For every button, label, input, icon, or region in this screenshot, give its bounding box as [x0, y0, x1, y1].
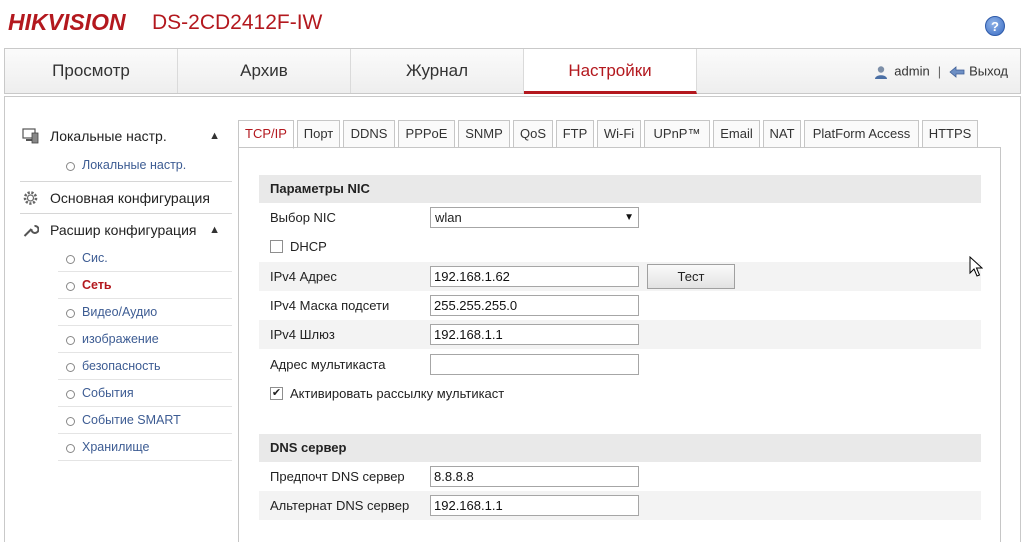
preferred-dns-label: Предпочт DNS сервер	[270, 469, 405, 484]
ipv4-address-label: IPv4 Адрес	[270, 269, 337, 284]
sidebar-item-network[interactable]: Сеть	[58, 272, 232, 299]
sidebar-item-image[interactable]: изображение	[58, 326, 232, 353]
multicast-enable-label: Активировать рассылку мультикаст	[290, 386, 505, 401]
alternate-dns-label: Альтернат DNS сервер	[270, 498, 410, 513]
sidebar-item-smart-event[interactable]: Событие SMART	[58, 407, 232, 434]
logout-link[interactable]: Выход	[969, 64, 1008, 79]
sidebar-item-system[interactable]: Сис.	[58, 245, 232, 272]
nav-playback[interactable]: Архив	[178, 49, 351, 93]
sidebar-item-security[interactable]: безопасность	[58, 353, 232, 380]
nic-select[interactable]: wlan ▼	[430, 207, 639, 228]
nic-select-value: wlan	[435, 210, 462, 225]
tab-ftp[interactable]: FTP	[556, 120, 594, 148]
chevron-up-icon[interactable]: ▲	[209, 214, 220, 246]
subnet-mask-row: IPv4 Маска подсети 255.255.255.0	[259, 291, 981, 320]
test-button[interactable]: Тест	[647, 264, 735, 289]
tab-wifi[interactable]: Wi-Fi	[597, 120, 641, 148]
alternate-dns-row: Альтернат DNS сервер 192.168.1.1	[259, 491, 981, 520]
sidebar-section-local-label: Локальные настр.	[50, 128, 167, 144]
subnet-mask-label: IPv4 Маска подсети	[270, 298, 390, 313]
tab-snmp[interactable]: SNMP	[458, 120, 510, 148]
multicast-label: Адрес мультикаста	[270, 357, 386, 372]
tab-nat[interactable]: NAT	[763, 120, 801, 148]
dhcp-label: DHCP	[290, 239, 327, 254]
subnet-mask-field[interactable]: 255.255.255.0	[430, 295, 639, 316]
sidebar-section-local[interactable]: Локальные настр. ▲	[20, 120, 232, 152]
dns-section-header: DNS сервер	[259, 434, 981, 462]
sidebar-item-events[interactable]: События	[58, 380, 232, 407]
multicast-field[interactable]	[430, 354, 639, 375]
nav-live-view[interactable]: Просмотр	[5, 49, 178, 93]
sidebar-section-basic-label: Основная конфигурация	[50, 190, 210, 206]
gateway-label: IPv4 Шлюз	[270, 327, 335, 342]
user-icon	[875, 65, 888, 79]
nic-section-header: Параметры NIC	[259, 175, 981, 203]
monitor-icon	[22, 128, 39, 144]
sidebar-item-local-config[interactable]: Локальные настр.	[20, 152, 232, 179]
logout-icon[interactable]	[949, 65, 965, 78]
sidebar-section-basic[interactable]: Основная конфигурация	[20, 181, 232, 213]
user-separator: |	[937, 63, 942, 79]
gear-icon	[23, 191, 38, 205]
gateway-row: IPv4 Шлюз 192.168.1.1	[259, 320, 981, 349]
user-area: admin | Выход	[874, 49, 1008, 93]
tab-pppoe[interactable]: PPPoE	[398, 120, 455, 148]
nic-select-row: Выбор NIC wlan ▼	[259, 203, 981, 232]
nav-configuration[interactable]: Настройки	[524, 49, 697, 94]
multicast-enable-row: ✔ Активировать рассылку мультикаст	[259, 379, 981, 408]
dhcp-checkbox[interactable]	[270, 240, 283, 253]
preferred-dns-field[interactable]: 8.8.8.8	[430, 466, 639, 487]
help-icon[interactable]: ?	[985, 16, 1005, 36]
main-navigation: Просмотр Архив Журнал Настройки admin | В…	[4, 48, 1021, 94]
tab-platform-access[interactable]: PlatForm Access	[804, 120, 919, 148]
mouse-cursor-icon	[969, 256, 983, 277]
preferred-dns-row: Предпочт DNS сервер 8.8.8.8	[259, 462, 981, 491]
tab-qos[interactable]: QoS	[513, 120, 553, 148]
tab-upnp[interactable]: UPnP™	[644, 120, 710, 148]
tab-ddns[interactable]: DDNS	[343, 120, 395, 148]
dhcp-row: DHCP	[259, 232, 981, 261]
brand-logo: HIKVISION	[8, 9, 126, 35]
sidebar-section-advanced-label: Расшир конфигурация	[50, 222, 197, 238]
multicast-enable-checkbox[interactable]: ✔	[270, 387, 283, 400]
username: admin	[894, 63, 930, 79]
gateway-field[interactable]: 192.168.1.1	[430, 324, 639, 345]
sidebar-item-storage[interactable]: Хранилище	[58, 434, 232, 461]
alternate-dns-field[interactable]: 192.168.1.1	[430, 495, 639, 516]
chevron-up-icon[interactable]: ▲	[209, 120, 220, 152]
multicast-row: Адрес мультикаста	[259, 350, 981, 379]
tab-tcpip[interactable]: TCP/IP	[238, 120, 294, 149]
config-sidebar: Локальные настр. ▲ Локальные настр. Осно…	[20, 120, 232, 461]
ipv4-address-field[interactable]: 192.168.1.62	[430, 266, 639, 287]
device-model-title: DS-2CD2412F-IW	[152, 11, 323, 34]
advanced-submenu: Сис. Сеть Видео/Аудио изображение безопа…	[58, 245, 232, 461]
ipv4-address-row: IPv4 Адрес 192.168.1.62 Тест	[259, 262, 981, 291]
tab-port[interactable]: Порт	[297, 120, 340, 148]
dropdown-arrow-icon: ▼	[624, 212, 634, 223]
tab-email[interactable]: Email	[713, 120, 760, 148]
nic-select-label: Выбор NIC	[270, 210, 336, 225]
sidebar-item-video-audio[interactable]: Видео/Аудио	[58, 299, 232, 326]
wrench-icon	[23, 225, 39, 237]
tab-https[interactable]: HTTPS	[922, 120, 978, 148]
sidebar-section-advanced[interactable]: Расшир конфигурация ▲	[20, 213, 232, 245]
nav-log[interactable]: Журнал	[351, 49, 524, 93]
